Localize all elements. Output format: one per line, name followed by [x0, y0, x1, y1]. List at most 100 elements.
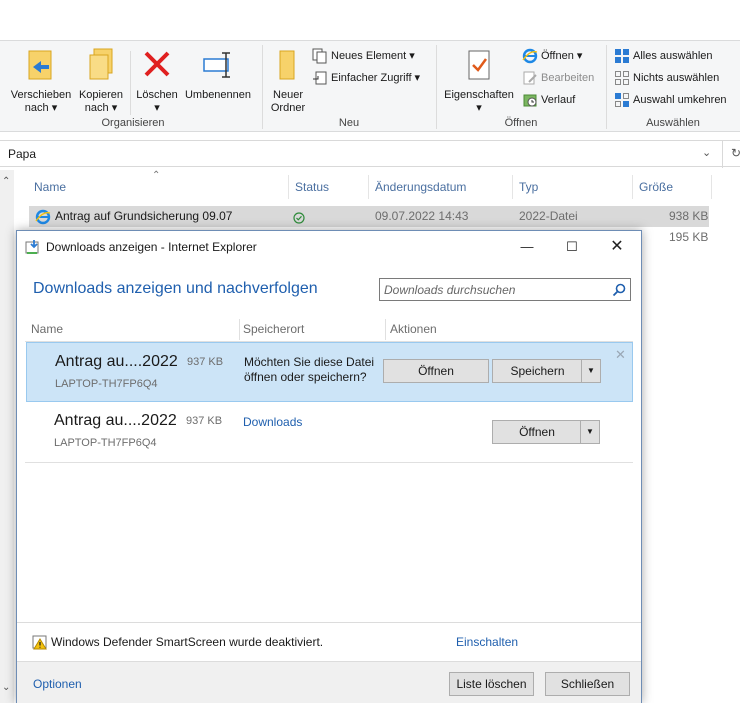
column-date[interactable]: Änderungsdatum	[375, 175, 466, 199]
history-icon	[522, 92, 538, 108]
new-folder-icon	[279, 50, 295, 80]
group-select-label: Auswählen	[646, 117, 700, 129]
history-button[interactable]: Verlauf	[522, 91, 575, 109]
rename-label: Umbenennen	[184, 89, 252, 101]
smartscreen-warning-icon	[32, 634, 48, 650]
save-button[interactable]: Speichern	[492, 359, 583, 383]
divider	[368, 175, 369, 199]
properties-button[interactable]: Eigenschaften ▾	[440, 47, 518, 115]
col-name: Name	[31, 322, 64, 336]
sync-ok-icon	[293, 210, 305, 231]
select-all-icon	[614, 48, 630, 64]
divider	[239, 319, 240, 340]
open-options-dropdown[interactable]: ▼	[580, 420, 600, 444]
scroll-down-icon[interactable]: ⌄	[2, 682, 10, 693]
file-size: 938 KB	[669, 209, 709, 223]
move-to-button[interactable]: Verschieben nach ▾	[8, 47, 74, 115]
delete-button[interactable]: Löschen ▾	[134, 47, 180, 115]
open-button[interactable]: Öffnen ▾	[522, 47, 582, 65]
copy-to-button[interactable]: Kopieren nach ▾	[76, 47, 126, 115]
close-icon[interactable]: ✕	[595, 235, 639, 259]
ie-icon	[522, 48, 538, 64]
sort-up-icon: ⌃	[152, 170, 161, 181]
options-link[interactable]: Optionen	[33, 677, 82, 691]
search-icon[interactable]	[611, 282, 627, 298]
download-dialog: Downloads anzeigen - Internet Explorer —…	[16, 230, 642, 703]
history-label: Verlauf	[541, 94, 576, 106]
new-item-button[interactable]: Neues Element ▾	[312, 47, 415, 65]
group-organize-label: Organisieren	[101, 117, 165, 129]
select-none-label: Nichts auswählen	[633, 72, 720, 84]
open-button[interactable]: Öffnen	[383, 359, 489, 383]
divider	[130, 51, 131, 115]
col-location: Speicherort	[243, 322, 305, 336]
select-all-button[interactable]: Alles auswählen	[614, 47, 713, 65]
divider	[632, 175, 633, 199]
dialog-heading: Downloads anzeigen und nachverfolgen	[33, 280, 318, 297]
open-label: Öffnen ▾	[541, 50, 583, 62]
copy-to-label: Kopieren nach ▾	[78, 89, 124, 114]
group-new-label: Neu	[338, 117, 360, 129]
column-type[interactable]: Typ	[519, 175, 538, 199]
new-folder-button[interactable]: Neuer Ordner	[266, 47, 310, 115]
open-or-save-prompt: Möchten Sie diese Datei öffnen oder spei…	[244, 355, 375, 384]
column-status[interactable]: Status	[295, 175, 329, 199]
smartscreen-status: Windows Defender SmartScreen wurde deakt…	[51, 635, 324, 649]
maximize-icon[interactable]: ☐	[550, 235, 594, 259]
chevron-down-icon[interactable]: ⌄	[702, 146, 711, 159]
download-host: LAPTOP-TH7FP6Q4	[55, 378, 158, 390]
column-size[interactable]: Größe	[639, 175, 673, 199]
download-item[interactable]: Antrag au....2022 937 KB LAPTOP-TH7FP6Q4…	[26, 342, 633, 402]
divider	[288, 175, 289, 199]
invert-selection-label: Auswahl umkehren	[633, 94, 727, 106]
download-item[interactable]: Antrag au....2022 937 KB LAPTOP-TH7FP6Q4…	[26, 402, 633, 462]
scroll-up-icon[interactable]: ⌃	[2, 176, 10, 187]
column-name[interactable]: Name	[34, 175, 66, 199]
clear-list-button[interactable]: Liste löschen	[449, 672, 534, 696]
file-row[interactable]: Antrag auf Grundsicherung 09.07 09.07.20…	[29, 206, 709, 227]
edit-icon	[522, 70, 538, 86]
rename-button[interactable]: Umbenennen	[182, 47, 254, 102]
enable-smartscreen-link[interactable]: Einschalten	[456, 635, 518, 649]
edit-button[interactable]: Bearbeiten	[522, 69, 594, 87]
file-size-2: 195 KB	[669, 230, 709, 244]
dialog-titlebar[interactable]: Downloads anzeigen - Internet Explorer —…	[17, 231, 641, 263]
download-location-link[interactable]: Downloads	[243, 415, 302, 429]
minimize-icon[interactable]: —	[505, 235, 549, 259]
download-host: LAPTOP-TH7FP6Q4	[54, 437, 157, 449]
move-folder-icon	[28, 50, 52, 80]
rename-icon	[203, 52, 230, 78]
easy-access-label: Einfacher Zugriff ▾	[331, 72, 421, 84]
file-name: Antrag auf Grundsicherung 09.07	[55, 209, 233, 223]
select-none-button[interactable]: Nichts auswählen	[614, 69, 719, 87]
properties-icon	[468, 50, 490, 80]
divider	[385, 319, 386, 340]
save-options-dropdown[interactable]: ▼	[581, 359, 601, 383]
new-folder-label: Neuer Ordner	[270, 89, 306, 114]
dialog-title: Downloads anzeigen - Internet Explorer	[46, 240, 257, 254]
easy-access-button[interactable]: Einfacher Zugriff ▾	[312, 69, 420, 87]
move-to-label: Verschieben nach ▾	[10, 89, 72, 114]
nav-pane-scrollbar[interactable]: ⌃ ⌄	[0, 170, 14, 703]
download-app-icon	[25, 239, 41, 258]
open-button[interactable]: Öffnen	[492, 420, 582, 444]
address-path: Papa	[8, 147, 37, 161]
download-file-size: 937 KB	[187, 356, 224, 368]
divider	[25, 462, 633, 463]
divider	[711, 175, 712, 199]
easy-access-icon	[312, 70, 328, 86]
invert-selection-button[interactable]: Auswahl umkehren	[614, 91, 727, 109]
invert-selection-icon	[614, 92, 630, 108]
refresh-icon[interactable]: ↻	[731, 146, 740, 160]
delete-x-icon	[144, 51, 170, 77]
edit-label: Bearbeiten	[541, 72, 595, 84]
download-file-name: Antrag au....2022	[54, 412, 177, 429]
address-bar[interactable]: Papa ⌄ ↻	[0, 140, 740, 168]
download-search[interactable]	[379, 278, 631, 301]
remove-item-icon[interactable]: ✕	[615, 347, 626, 363]
close-button[interactable]: Schließen	[545, 672, 630, 696]
copy-folder-icon	[89, 48, 113, 80]
delete-label: Löschen ▾	[136, 89, 178, 114]
search-input[interactable]	[384, 282, 608, 298]
divider	[17, 622, 641, 623]
